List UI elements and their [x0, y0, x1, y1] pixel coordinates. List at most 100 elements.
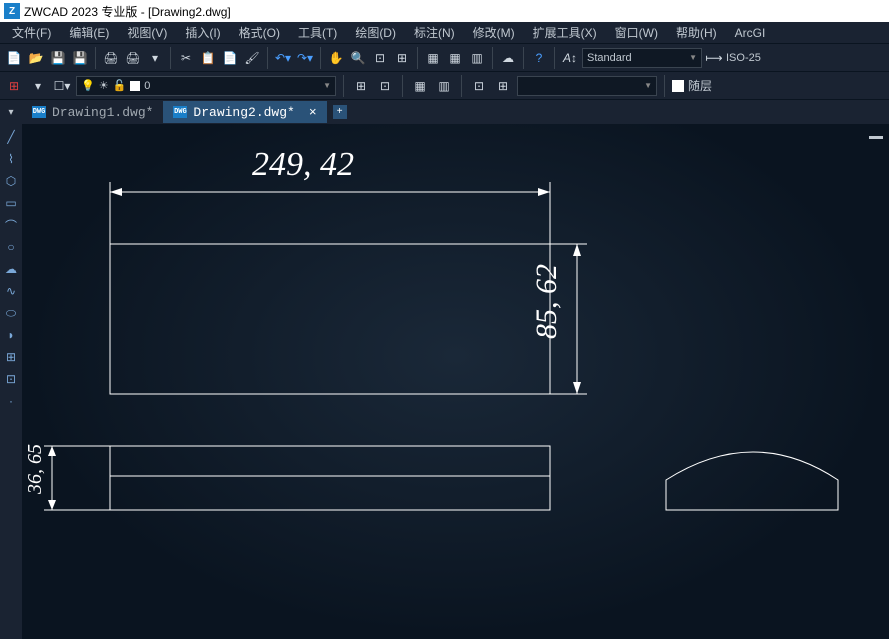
match-icon[interactable]: 🖌	[242, 48, 262, 68]
save-icon[interactable]: 💾	[48, 48, 68, 68]
zoom-window-icon[interactable]: ⊡	[370, 48, 390, 68]
textstyle-icon[interactable]: A↕	[560, 48, 580, 68]
window-title: ZWCAD 2023 专业版 - [Drawing2.dwg]	[24, 3, 231, 20]
copy-icon[interactable]: 📋	[198, 48, 218, 68]
spline-icon[interactable]: ∿	[2, 282, 20, 300]
tab-list-icon[interactable]: ▾	[4, 105, 18, 119]
cloud-icon[interactable]: ☁	[498, 48, 518, 68]
dimension-width: 249, 42	[252, 146, 354, 184]
separator	[554, 47, 555, 69]
menu-modify[interactable]: 修改(M)	[465, 22, 523, 43]
workspace: ╱ ⌇ ⬡ ▭ ⌒ ○ ☁ ∿ ⬭ ◗ ⊞ ⊡ ·	[0, 124, 889, 639]
dimstyle-icon[interactable]: ⟼	[704, 48, 724, 68]
tab-label: Drawing2.dwg*	[193, 105, 294, 120]
pan-icon[interactable]: ✋	[326, 48, 346, 68]
line-icon[interactable]: ╱	[2, 128, 20, 146]
menu-extend[interactable]: 扩展工具(X)	[525, 22, 605, 43]
plot-icon[interactable]: ▾	[145, 48, 165, 68]
make-block-icon[interactable]: ⊡	[2, 370, 20, 388]
menu-annotate[interactable]: 标注(N)	[406, 22, 463, 43]
menu-format[interactable]: 格式(O)	[231, 22, 288, 43]
design-center-icon[interactable]: ▦	[445, 48, 465, 68]
dimension-small: 36, 65	[24, 444, 47, 494]
image-icon[interactable]: ⊞	[493, 76, 513, 96]
new-icon[interactable]: 📄	[4, 48, 24, 68]
saveas-icon[interactable]: 💾	[70, 48, 90, 68]
layer-iso-icon[interactable]: ⊡	[375, 76, 395, 96]
menubar: 文件(F) 编辑(E) 视图(V) 插入(I) 格式(O) 工具(T) 绘图(D…	[0, 22, 889, 44]
tab-drawing1[interactable]: DWG Drawing1.dwg*	[22, 101, 163, 123]
point-icon[interactable]: ·	[2, 392, 20, 410]
layer-color-swatch	[130, 81, 140, 91]
layer-icon[interactable]: ☐▾	[52, 76, 72, 96]
menu-arcgis[interactable]: ArcGI	[727, 24, 774, 42]
ellipse-arc-icon[interactable]: ◗	[2, 326, 20, 344]
draw-toolbar: ╱ ⌇ ⬡ ▭ ⌒ ○ ☁ ∿ ⬭ ◗ ⊞ ⊡ ·	[0, 124, 22, 639]
zoom-extents-icon[interactable]: ⊞	[392, 48, 412, 68]
drawing-canvas[interactable]: 249, 42 85, 62 36, 65	[22, 124, 889, 639]
color-swatch[interactable]	[672, 80, 684, 92]
arc-icon[interactable]: ⌒	[2, 216, 20, 234]
layer-states-icon[interactable]: ▾	[28, 76, 48, 96]
drawing-geometry	[22, 124, 889, 639]
menu-file[interactable]: 文件(F)	[4, 22, 59, 43]
polyline-icon[interactable]: ⌇	[2, 150, 20, 168]
separator	[343, 75, 344, 97]
linetype-dropdown[interactable]: ▼	[517, 76, 657, 96]
print-preview-icon[interactable]: 🖨	[123, 48, 143, 68]
lightbulb-icon: 💡	[81, 79, 95, 92]
layer-manager-icon[interactable]: ⊞	[4, 76, 24, 96]
app-logo-icon: Z	[4, 3, 20, 19]
properties-icon[interactable]: ▦	[423, 48, 443, 68]
menu-tool[interactable]: 工具(T)	[290, 22, 345, 43]
separator	[320, 47, 321, 69]
chevron-down-icon: ▼	[323, 81, 331, 90]
textstyle-value: Standard	[587, 52, 632, 64]
revcloud-icon[interactable]: ☁	[2, 260, 20, 278]
separator	[417, 47, 418, 69]
menu-insert[interactable]: 插入(I)	[177, 22, 228, 43]
separator	[170, 47, 171, 69]
separator	[523, 47, 524, 69]
open-icon[interactable]: 📂	[26, 48, 46, 68]
separator	[492, 47, 493, 69]
separator	[267, 47, 268, 69]
separator	[402, 75, 403, 97]
menu-draw[interactable]: 绘图(D)	[347, 22, 404, 43]
insert-block-icon[interactable]: ⊞	[2, 348, 20, 366]
chevron-down-icon: ▼	[644, 81, 652, 90]
separator	[95, 47, 96, 69]
help-icon[interactable]: ?	[529, 48, 549, 68]
menu-help[interactable]: 帮助(H)	[668, 22, 725, 43]
menu-view[interactable]: 视图(V)	[119, 22, 175, 43]
dimstyle-value: ISO-25	[726, 52, 761, 64]
undo-icon[interactable]: ↶▾	[273, 48, 293, 68]
rectangle-icon[interactable]: ▭	[2, 194, 20, 212]
block-icon[interactable]: ▦	[410, 76, 430, 96]
dimension-height: 85, 62	[530, 264, 564, 339]
close-icon[interactable]: ×	[309, 105, 317, 120]
print-icon[interactable]: 🖨	[101, 48, 121, 68]
circle-icon[interactable]: ○	[2, 238, 20, 256]
zoom-icon[interactable]: 🔍	[348, 48, 368, 68]
redo-icon[interactable]: ↷▾	[295, 48, 315, 68]
menu-window[interactable]: 窗口(W)	[607, 22, 666, 43]
textstyle-dropdown[interactable]: Standard ▼	[582, 48, 702, 68]
xref-icon[interactable]: ⊡	[469, 76, 489, 96]
tab-drawing2[interactable]: DWG Drawing2.dwg* ×	[163, 101, 326, 123]
block-insert-icon[interactable]: ▥	[434, 76, 454, 96]
cut-icon[interactable]: ✂	[176, 48, 196, 68]
tab-label: Drawing1.dwg*	[52, 105, 153, 120]
tab-new[interactable]: +	[327, 101, 353, 123]
separator	[461, 75, 462, 97]
ellipse-icon[interactable]: ⬭	[2, 304, 20, 322]
layer-filter-icon[interactable]: ⊞	[351, 76, 371, 96]
toolbar-main: 📄 📂 💾 💾 🖨 🖨 ▾ ✂ 📋 📄 🖌 ↶▾ ↷▾ ✋ 🔍 ⊡ ⊞ ▦ ▦ …	[0, 44, 889, 72]
paste-icon[interactable]: 📄	[220, 48, 240, 68]
polygon-icon[interactable]: ⬡	[2, 172, 20, 190]
lock-icon: 🔓	[113, 79, 127, 92]
layer-dropdown[interactable]: 💡 ☀ 🔓 0 ▼	[76, 76, 336, 96]
menu-edit[interactable]: 编辑(E)	[61, 22, 117, 43]
tool-palettes-icon[interactable]: ▥	[467, 48, 487, 68]
plus-icon: +	[333, 105, 347, 119]
